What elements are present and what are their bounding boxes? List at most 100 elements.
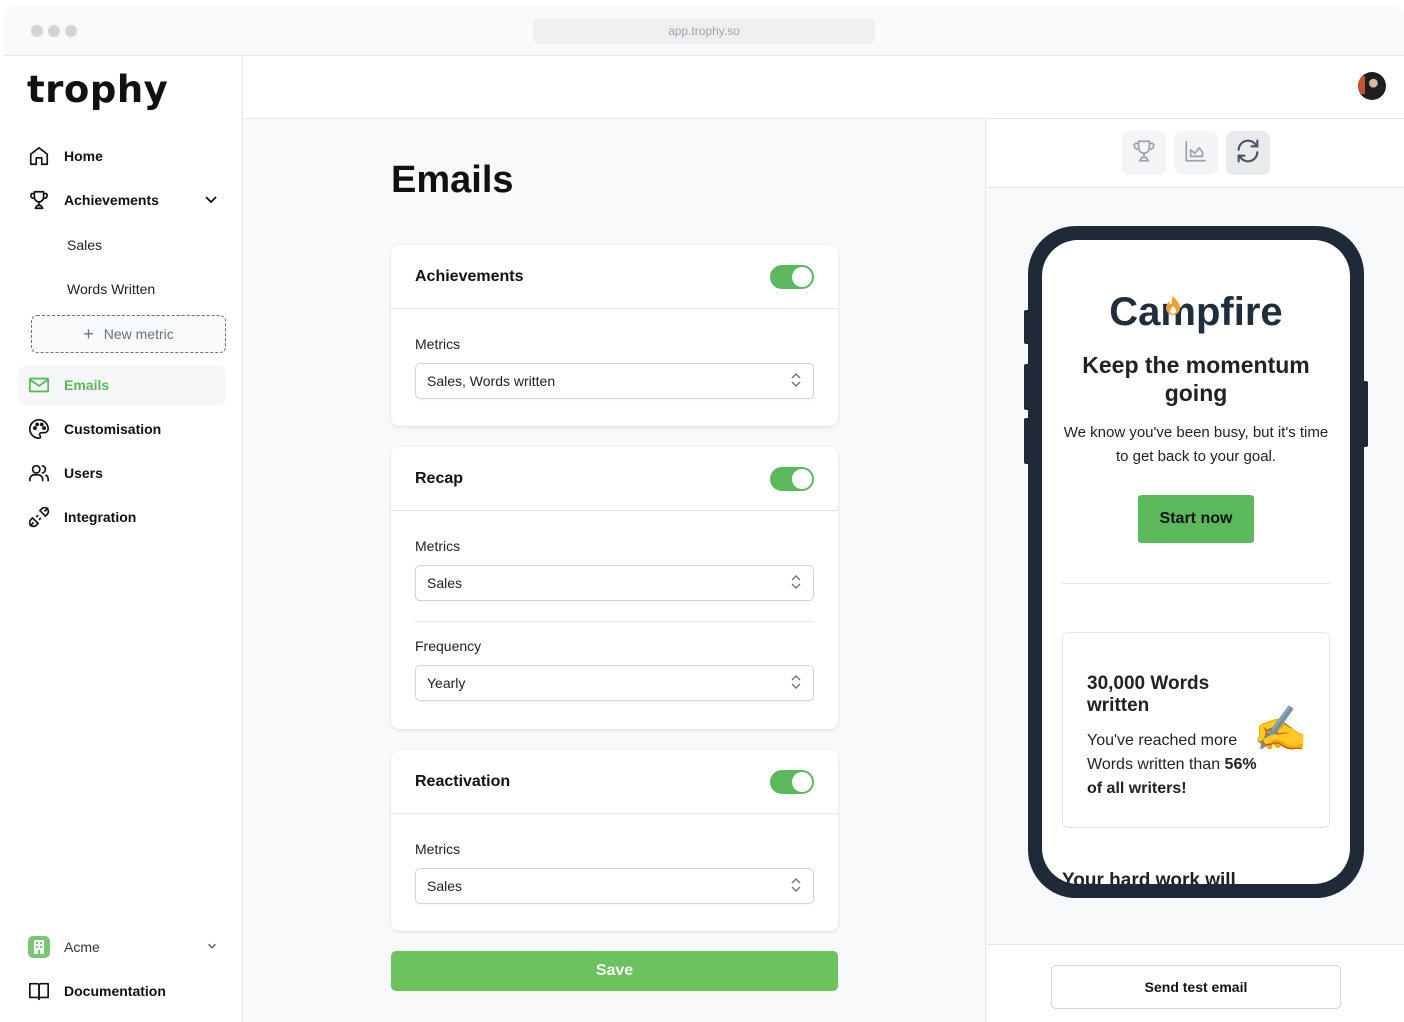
user-avatar[interactable] <box>1358 72 1386 100</box>
email-achievement-card: 30,000 Words written You've reached more… <box>1062 632 1330 828</box>
sidebar-item-home[interactable]: Home <box>18 136 226 176</box>
preview-footer: Send test email <box>986 944 1404 1022</box>
email-cta-button[interactable]: Start now <box>1138 495 1254 543</box>
email-body-text: We know you've been busy, but it's time … <box>1063 424 1329 465</box>
chevron-up-down-icon <box>790 876 802 897</box>
sidebar-item-documentation[interactable]: Documentation <box>18 971 226 1011</box>
achievements-email-toggle[interactable] <box>770 264 814 289</box>
browser-titlebar: app.trophy.so <box>4 6 1404 56</box>
select-value: Sales <box>427 575 463 591</box>
sidebar-subitem-sales[interactable]: Sales <box>67 237 102 253</box>
top-bar <box>243 56 1404 119</box>
preview-tab-recap[interactable] <box>1174 131 1218 175</box>
sidebar-item-label: Documentation <box>64 983 166 999</box>
plug-icon <box>28 506 50 528</box>
card-title: Achievements <box>415 267 524 285</box>
email-card-recap: Recap Metrics Sales Frequency Yearly <box>391 447 838 729</box>
field-label: Metrics <box>415 336 461 352</box>
book-icon <box>28 980 50 1002</box>
frequency-field: Frequency Yearly <box>391 622 838 701</box>
trophy-icon <box>28 189 50 211</box>
select-value: Yearly <box>427 675 466 691</box>
chevron-down-icon[interactable] <box>204 192 218 209</box>
url-bar[interactable]: app.trophy.so <box>533 19 875 44</box>
page-title: Emails <box>391 159 514 201</box>
maximize-window-dot[interactable] <box>65 25 77 37</box>
send-test-email-button[interactable]: Send test email <box>1051 965 1341 1009</box>
achievement-title: 30,000 Words written <box>1087 673 1210 716</box>
browser-window: app.trophy.so trophy Home Achievements S… <box>4 6 1404 1022</box>
plus-icon: + <box>83 323 94 344</box>
chevron-down-icon[interactable] <box>206 939 218 955</box>
refresh-icon <box>1234 137 1262 170</box>
sidebar-item-customisation[interactable]: Customisation <box>18 409 226 449</box>
card-title: Recap <box>415 469 464 487</box>
new-metric-label: New metric <box>103 326 174 342</box>
card-header: Reactivation <box>391 750 838 814</box>
sidebar-item-label: Emails <box>64 377 110 393</box>
phone-side-button <box>1024 418 1030 464</box>
card-header: Recap <box>391 447 838 511</box>
sidebar-item-achievements[interactable]: Achievements <box>18 180 226 220</box>
minimize-window-dot[interactable] <box>48 25 60 37</box>
metrics-field: Metrics Sales, Words written <box>391 309 838 399</box>
preview-toolbar <box>986 119 1404 188</box>
phone-power-button <box>1362 381 1368 447</box>
metrics-select[interactable]: Sales, Words written <box>415 363 814 399</box>
trophy-icon <box>1131 138 1157 169</box>
sidebar-subitem-words-written[interactable]: Words Written <box>67 281 155 297</box>
writing-hand-icon: ✍️ <box>1253 705 1308 754</box>
select-value: Sales, Words written <box>427 373 556 389</box>
mail-icon <box>28 374 50 396</box>
sidebar-item-label: Achievements <box>64 192 159 208</box>
frequency-select[interactable]: Yearly <box>415 665 814 701</box>
sidebar-item-integration[interactable]: Integration <box>18 497 226 537</box>
email-preview-panel: Campfire Keep the momentum going We know… <box>985 119 1404 1022</box>
preview-tab-reactivation[interactable] <box>1226 131 1270 175</box>
metrics-field: Metrics Sales <box>391 511 838 601</box>
email-brand-logo: Campfire <box>1109 290 1282 335</box>
close-window-dot[interactable] <box>31 25 43 37</box>
sidebar-item-label: Customisation <box>64 421 162 437</box>
card-title: Reactivation <box>415 772 511 790</box>
org-switcher[interactable]: Acme <box>18 927 226 967</box>
chart-icon <box>1183 138 1209 169</box>
email-cutoff-text: Your hard work will <box>1062 870 1236 884</box>
card-header: Achievements <box>391 245 838 309</box>
brand-name: Campfire <box>1109 290 1283 334</box>
sidebar-item-users[interactable]: Users <box>18 453 226 493</box>
achievement-text: You've reached more Words written than 5… <box>1087 729 1257 801</box>
email-card-reactivation: Reactivation Metrics Sales <box>391 750 838 931</box>
field-label: Metrics <box>415 538 461 554</box>
metrics-field: Metrics Sales <box>391 814 838 904</box>
users-icon <box>28 462 50 484</box>
org-name: Acme <box>64 939 100 955</box>
sidebar-item-label: Integration <box>64 509 137 525</box>
save-button[interactable]: Save <box>391 951 838 991</box>
metrics-select[interactable]: Sales <box>415 868 814 904</box>
app-logo[interactable]: trophy <box>27 68 168 111</box>
metrics-select[interactable]: Sales <box>415 565 814 601</box>
phone-side-button <box>1024 364 1030 410</box>
achievement-description: You've reached more Words written than <box>1087 732 1238 773</box>
field-label: Metrics <box>415 841 461 857</box>
email-card-achievements: Achievements Metrics Sales, Words writte… <box>391 245 838 426</box>
sidebar-item-label: Home <box>64 148 103 164</box>
preview-tab-achievements[interactable] <box>1122 131 1166 175</box>
email-headline: Keep the momentum going <box>1082 352 1310 406</box>
recap-email-toggle[interactable] <box>770 466 814 491</box>
chevron-up-down-icon <box>790 673 802 694</box>
sidebar-item-label: Users <box>64 465 103 481</box>
home-icon <box>28 145 50 167</box>
building-icon <box>28 936 50 958</box>
phone-mockup: Campfire Keep the momentum going We know… <box>1024 226 1368 898</box>
flame-icon <box>1164 282 1182 327</box>
palette-icon <box>28 418 50 440</box>
phone-side-button <box>1024 310 1030 344</box>
reactivation-email-toggle[interactable] <box>770 769 814 794</box>
select-value: Sales <box>427 878 463 894</box>
window-controls <box>31 25 77 37</box>
sidebar: trophy Home Achievements Sales Words Wri… <box>4 56 243 1022</box>
new-metric-button[interactable]: + New metric <box>31 315 226 353</box>
sidebar-item-emails[interactable]: Emails <box>18 365 226 405</box>
